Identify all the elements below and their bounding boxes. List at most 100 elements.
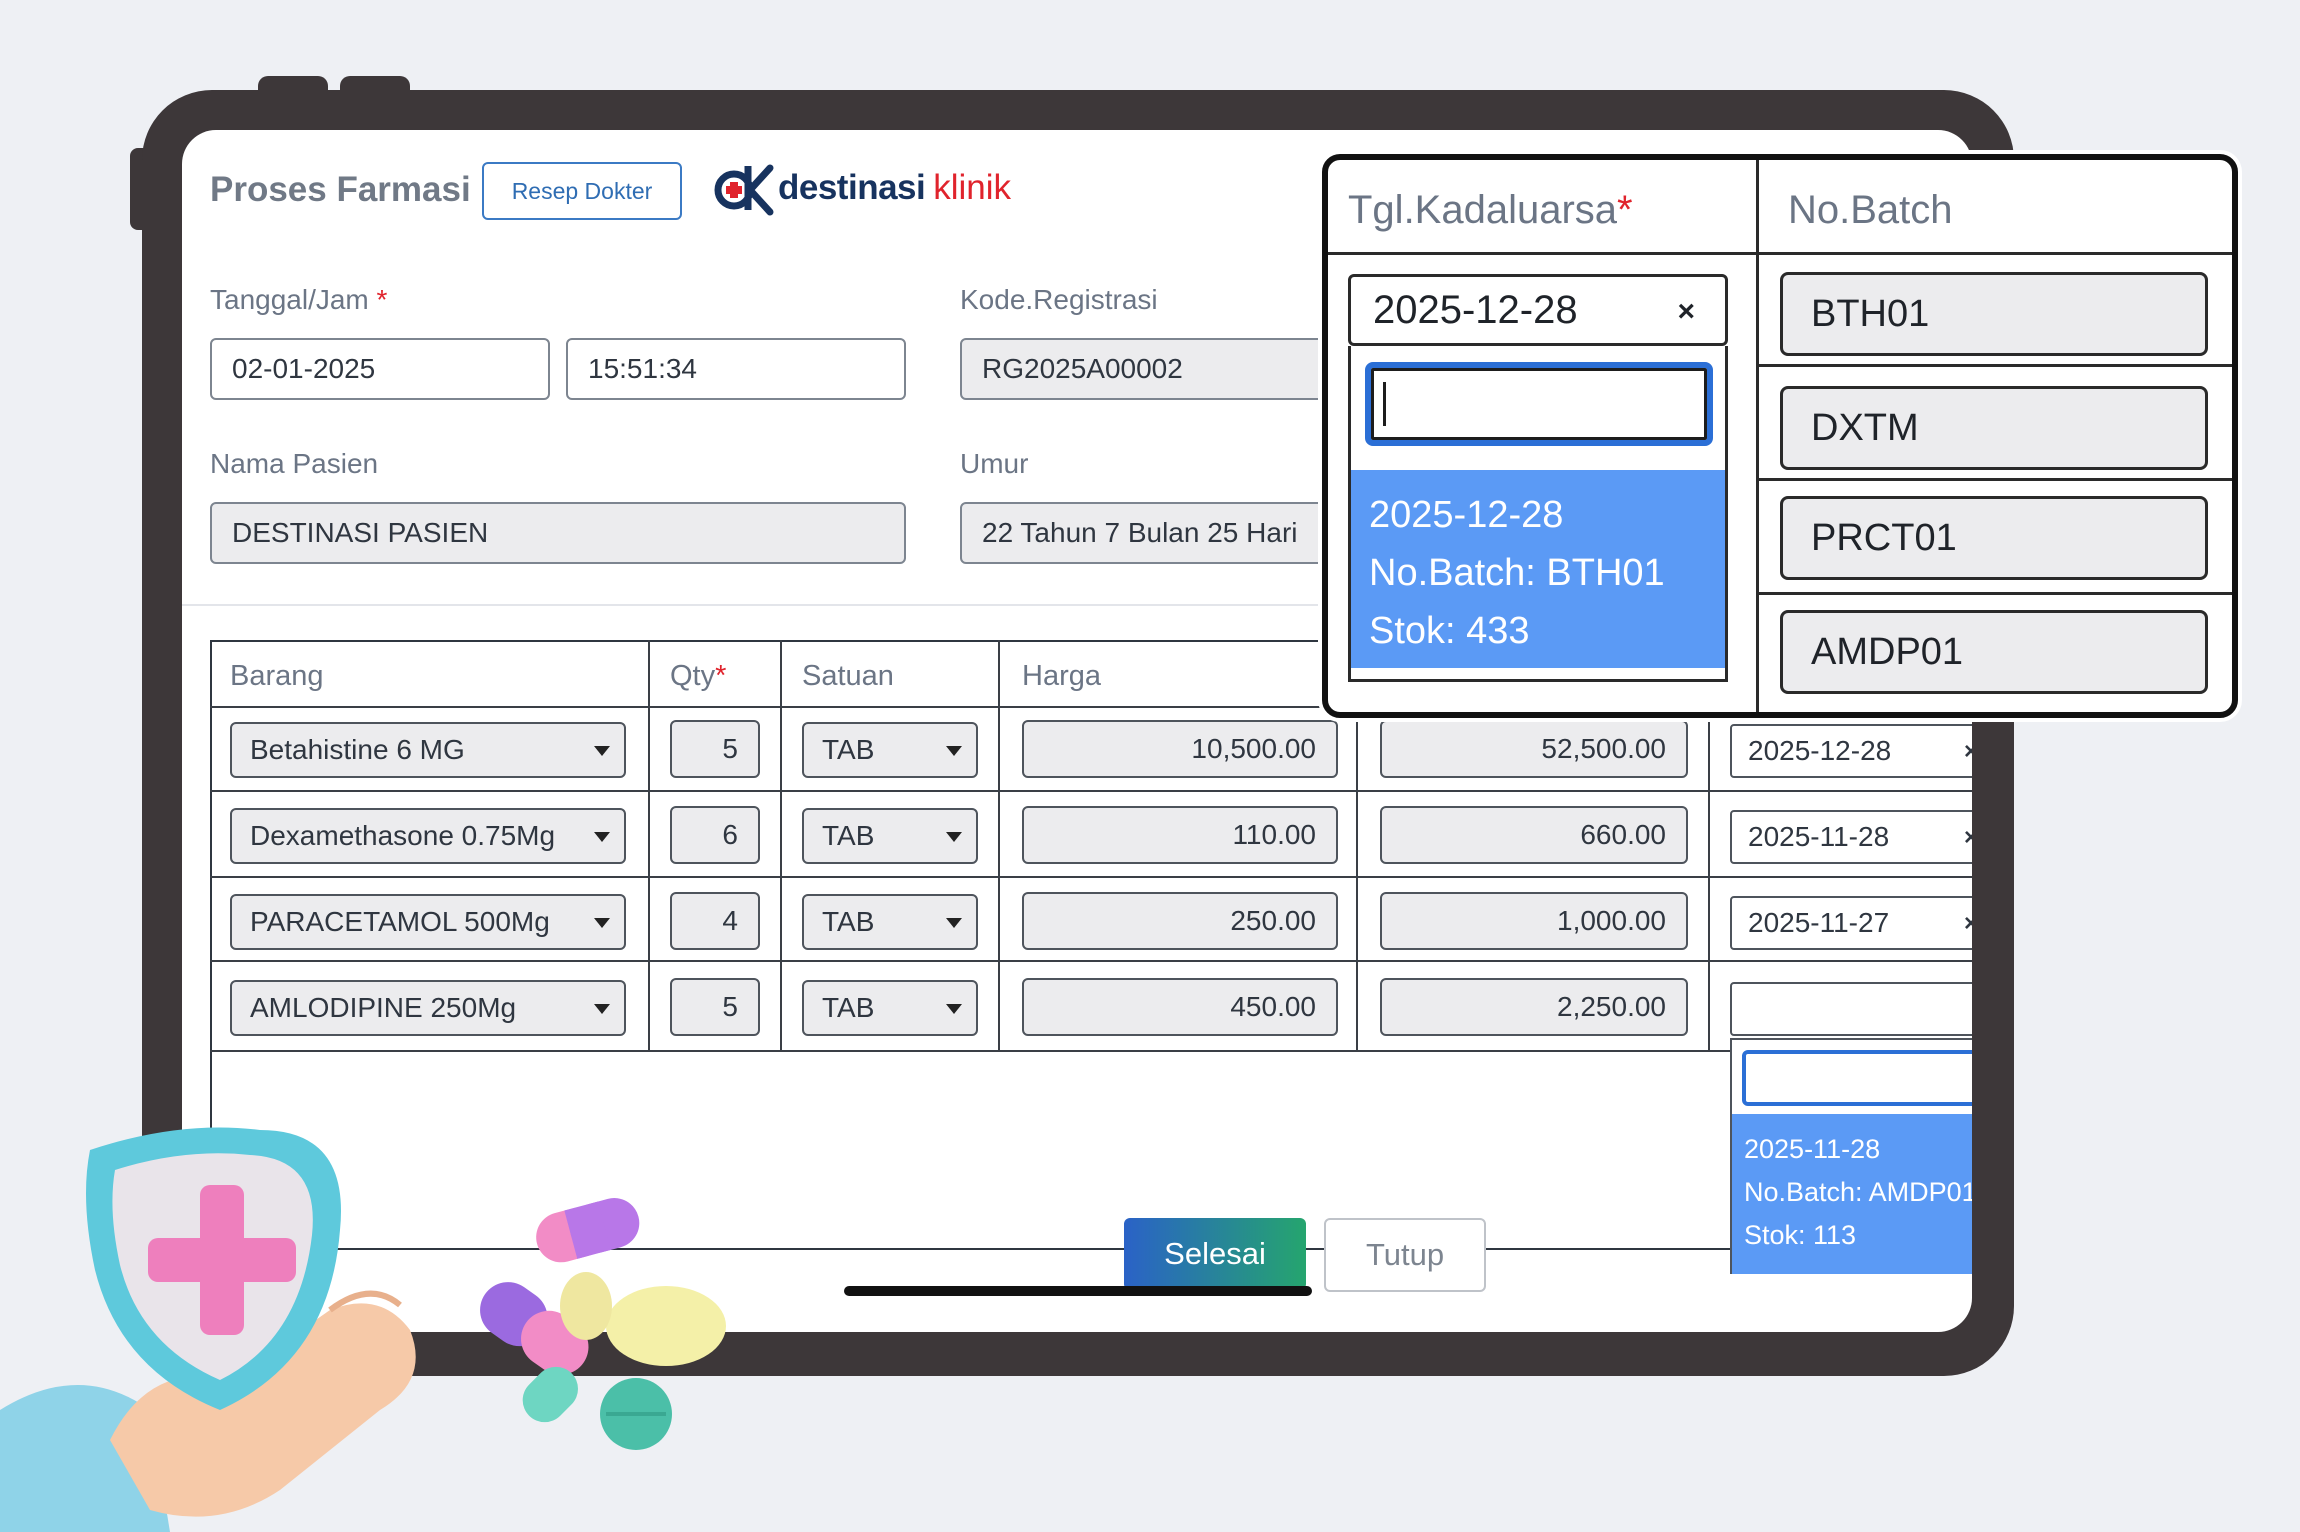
qty-input[interactable]: 5 [670,720,760,778]
row-divider [210,876,1972,878]
logo-text-destinasi: destinasi [778,168,926,207]
satuan-select[interactable]: TAB [802,808,978,864]
qty-input[interactable]: 6 [670,806,760,864]
zoom-search-input[interactable] [1365,362,1713,446]
barang-value: AMLODIPINE 250Mg [250,992,517,1023]
barang-select[interactable]: PARACETAMOL 500Mg [230,894,626,950]
qty-input[interactable]: 4 [670,892,760,950]
dropdown-caret-icon [594,918,610,928]
tanggal-label: Tanggal/Jam * [210,284,387,316]
kadaluarsa-select[interactable]: 2025-11-28 × [1730,810,1972,864]
dropdown-caret-icon [594,746,610,756]
zoom-row-divider [1756,364,2232,367]
row-divider [210,1050,1972,1052]
option-stok: Stok: 433 [1369,610,1530,652]
zoom-kadaluarsa-select[interactable]: 2025-12-28 × [1348,274,1728,346]
home-indicator [844,1286,1312,1296]
col-header-satuan: Satuan [802,660,894,692]
batch-input[interactable]: PRCT01 [1780,496,2208,580]
satuan-select[interactable]: TAB [802,722,978,778]
batch-input[interactable]: DXTM [1780,386,2208,470]
dropdown-caret-icon [946,832,962,842]
kadaluarsa-option[interactable]: 2025-11-28 No.Batch: AMDP01 Stok: 113 [1732,1114,1972,1274]
satuan-value: TAB [822,906,875,937]
zoom-kadaluarsa-dropdown: 2025-12-28 No.Batch: BTH01 Stok: 433 [1348,346,1728,682]
batch-input[interactable]: BTH01 [1780,272,2208,356]
qty-input[interactable]: 5 [670,978,760,1036]
logo-dk-icon [714,164,774,216]
kode-registrasi-label: Kode.Registrasi [960,284,1158,315]
kadaluarsa-dropdown: 2025-11-28 No.Batch: AMDP01 Stok: 113 [1730,1038,1972,1274]
col-header-qty: Qty* [670,660,726,693]
dropdown-caret-icon [594,832,610,842]
col-header-qty-text: Qty [670,660,716,692]
required-mark: * [376,284,388,315]
zoom-kadaluarsa-option[interactable]: 2025-12-28 No.Batch: BTH01 Stok: 433 [1351,470,1725,668]
total-input: 1,000.00 [1380,892,1688,950]
zoom-row-divider [1328,252,2232,255]
clear-icon[interactable]: × [1964,824,1972,852]
resep-dokter-button[interactable]: Resep Dokter [482,162,682,220]
kode-registrasi-input: RG2025A00002 [960,338,1380,400]
zoom-row-divider [1756,592,2232,595]
barang-value: Dexamethasone 0.75Mg [250,820,556,851]
barang-select[interactable]: AMLODIPINE 250Mg [230,980,626,1036]
tanggal-label-text: Tanggal/Jam [210,284,369,315]
clear-icon[interactable]: × [1677,295,1695,329]
total-input: 660.00 [1380,806,1688,864]
batch-input[interactable]: AMDP01 [1780,610,2208,694]
nama-pasien-input: DESTINASI PASIEN [210,502,906,564]
page-title: Proses Farmasi [210,170,471,209]
col-header-barang: Barang [230,660,324,692]
option-batch: No.Batch: BTH01 [1369,552,1665,594]
row-divider [210,960,1972,962]
clear-icon[interactable]: × [1964,738,1972,766]
dropdown-caret-icon [946,746,962,756]
harga-input: 110.00 [1022,806,1338,864]
col-divider [998,640,1000,1052]
satuan-select[interactable]: TAB [802,894,978,950]
satuan-value: TAB [822,992,875,1023]
zoom-col-header-kadaluarsa: Tgl.Kadaluarsa* [1348,188,1633,233]
satuan-value: TAB [822,820,875,851]
total-input: 2,250.00 [1380,978,1688,1036]
option-stok: Stok: 113 [1744,1220,1857,1250]
selesai-button[interactable]: Selesai [1124,1218,1306,1290]
col-divider [648,640,650,1052]
harga-input: 250.00 [1022,892,1338,950]
total-input: 52,500.00 [1380,720,1688,778]
logo-text-klinik: klinik [933,168,1012,207]
nama-pasien-label: Nama Pasien [210,448,379,479]
kadaluarsa-search-input[interactable] [1742,1050,1972,1106]
zoom-col-header-kadaluarsa-text: Tgl.Kadaluarsa [1348,188,1618,232]
required-mark: * [1617,188,1633,232]
kadaluarsa-select[interactable]: 2025-12-28 × [1730,724,1972,778]
clear-icon[interactable]: × [1964,910,1972,938]
jam-input[interactable]: 15:51:34 [566,338,906,400]
option-date: 2025-12-28 [1369,494,1564,536]
kadaluarsa-value: 2025-12-28 [1748,735,1892,766]
barang-value: PARACETAMOL 500Mg [250,906,550,937]
zoom-row-divider [1756,478,2232,481]
barang-select[interactable]: Dexamethasone 0.75Mg [230,808,626,864]
kadaluarsa-select[interactable]: 2025-11-27 × [1730,896,1972,950]
umur-input: 22 Tahun 7 Bulan 25 Hari [960,502,1380,564]
zoom-callout: Tgl.Kadaluarsa* No.Batch 2025-12-28 × 20… [1322,154,2238,718]
barang-select[interactable]: Betahistine 6 MG [230,722,626,778]
brand-logo: destinasi klinik [710,160,1011,216]
col-header-harga: Harga [1022,660,1101,692]
harga-input: 450.00 [1022,978,1338,1036]
satuan-value: TAB [822,734,875,765]
dropdown-caret-icon [594,1004,610,1014]
tutup-button[interactable]: Tutup [1324,1218,1486,1292]
option-date: 2025-11-28 [1744,1134,1881,1164]
harga-input: 10,500.00 [1022,720,1338,778]
barang-value: Betahistine 6 MG [250,734,465,765]
zoom-col-divider [1756,160,1759,712]
satuan-select[interactable]: TAB [802,980,978,1036]
pills-icon [480,1198,726,1450]
kadaluarsa-select[interactable] [1730,982,1972,1036]
kadaluarsa-value: 2025-11-27 [1748,907,1890,938]
text-cursor [1383,382,1386,426]
tanggal-input[interactable]: 02-01-2025 [210,338,550,400]
